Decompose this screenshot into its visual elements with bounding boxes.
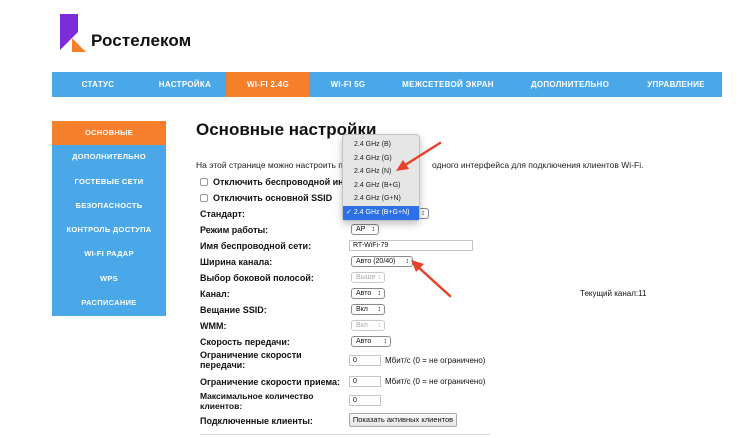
sidebar-item-wps[interactable]: WPS [52, 267, 166, 291]
sideband-select: Выше [351, 272, 385, 283]
tab-status[interactable]: СТАТУС [52, 72, 144, 97]
check-icon: ✓ [346, 208, 352, 216]
standard-option-bg[interactable]: 2.4 GHz (B+G) [343, 179, 419, 193]
standard-option-bgn-label: 2.4 GHz (B+G+N) [353, 208, 410, 216]
sideband-label: Выбор боковой полосой: [200, 273, 314, 283]
rostelecom-logo-icon [60, 14, 86, 52]
sidebar-item-guest-networks[interactable]: ГОСТЕВЫЕ СЕТИ [52, 170, 166, 194]
tx-limit-label: Ограничение скорости передачи: [200, 350, 302, 370]
standard-label: Стандарт: [200, 209, 245, 219]
disable-main-ssid-row: Отключить основной SSID [200, 193, 332, 203]
top-navigation: СТАТУС НАСТРОЙКА WI-FI 2.4G WI-FI 5G МЕЖ… [52, 72, 722, 97]
standard-option-bgn[interactable]: ✓ 2.4 GHz (B+G+N) [343, 205, 419, 220]
mode-select[interactable]: AP [351, 224, 379, 235]
tab-setup[interactable]: НАСТРОЙКА [144, 72, 226, 97]
tab-advanced[interactable]: ДОПОЛНИТЕЛЬНО [510, 72, 630, 97]
brand-name: Ростелеком [91, 31, 192, 50]
mode-label: Режим работы: [200, 225, 269, 235]
bandwidth-select[interactable]: Авто (20/40) [351, 256, 413, 267]
sidebar-item-advanced[interactable]: ДОПОЛНИТЕЛЬНО [52, 145, 166, 169]
channel-select[interactable]: Авто [351, 288, 385, 299]
rostelecom-logo: Ростелеком [58, 12, 248, 56]
sidebar-item-basic[interactable]: ОСНОВНЫЕ [52, 121, 166, 146]
tx-limit-input[interactable]: 0 [349, 355, 381, 366]
disable-wireless-checkbox[interactable] [200, 178, 208, 186]
sidebar-item-schedule[interactable]: РАСПИСАНИЕ [52, 291, 166, 315]
current-channel: Текущий канал:11 [580, 289, 647, 298]
disable-wireless-row: Отключить беспроводной ин [200, 177, 344, 187]
broadcast-label: Вещание SSID: [200, 305, 267, 315]
intro-text-left: На этой странице можно настроить п [196, 160, 343, 170]
annotation-arrow-icon [411, 260, 452, 298]
disable-main-ssid-label: Отключить основной SSID [213, 193, 333, 203]
annotation-arrow-icon [396, 141, 442, 171]
disable-wireless-label: Отключить беспроводной ин [213, 177, 344, 187]
channel-label: Канал: [200, 289, 230, 299]
tx-rate-select[interactable]: Авто [351, 336, 391, 347]
tx-limit-note: Мбит/с (0 = не ограничено) [385, 356, 486, 365]
divider [200, 434, 490, 435]
rx-limit-label: Ограничение скорости приема: [200, 377, 341, 387]
tx-rate-label: Скорость передачи: [200, 337, 290, 347]
intro-text-right: одного интерфейса для подключения клиент… [432, 160, 644, 170]
sidebar-item-security[interactable]: БЕЗОПАСНОСТЬ [52, 194, 166, 218]
sidebar-item-wifi-radar[interactable]: WI-FI РАДАР [52, 242, 166, 266]
tab-wifi-24g[interactable]: WI-FI 2.4G [226, 72, 310, 97]
tab-firewall[interactable]: МЕЖСЕТЕВОЙ ЭКРАН [386, 72, 510, 97]
max-clients-label: Максимальное количество клиентов: [200, 391, 314, 411]
wmm-label: WMM: [200, 321, 227, 331]
connected-clients-label: Подключенные клиенты: [200, 416, 313, 426]
standard-option-gn[interactable]: 2.4 GHz (G+N) [343, 192, 419, 206]
bandwidth-label: Ширина канала: [200, 257, 273, 267]
show-active-clients-button[interactable]: Показать активных клиентов [349, 413, 457, 427]
max-clients-input[interactable]: 0 [349, 395, 381, 406]
tab-management[interactable]: УПРАВЛЕНИЕ [630, 72, 722, 97]
ssid-label: Имя беспроводной сети: [200, 241, 312, 251]
disable-main-ssid-checkbox[interactable] [200, 194, 208, 202]
wmm-select: Вкл [351, 320, 385, 331]
rx-limit-input[interactable]: 0 [349, 376, 381, 387]
tab-wifi-5g[interactable]: WI-FI 5G [310, 72, 386, 97]
rx-limit-note: Мбит/с (0 = не ограничено) [385, 377, 486, 386]
sidebar: ОСНОВНЫЕ ДОПОЛНИТЕЛЬНО ГОСТЕВЫЕ СЕТИ БЕЗ… [52, 121, 166, 316]
sidebar-item-access-control[interactable]: КОНТРОЛЬ ДОСТУПА [52, 218, 166, 242]
ssid-input[interactable]: RT-WiFi-79 [349, 240, 473, 251]
broadcast-select[interactable]: Вкл [351, 304, 385, 315]
